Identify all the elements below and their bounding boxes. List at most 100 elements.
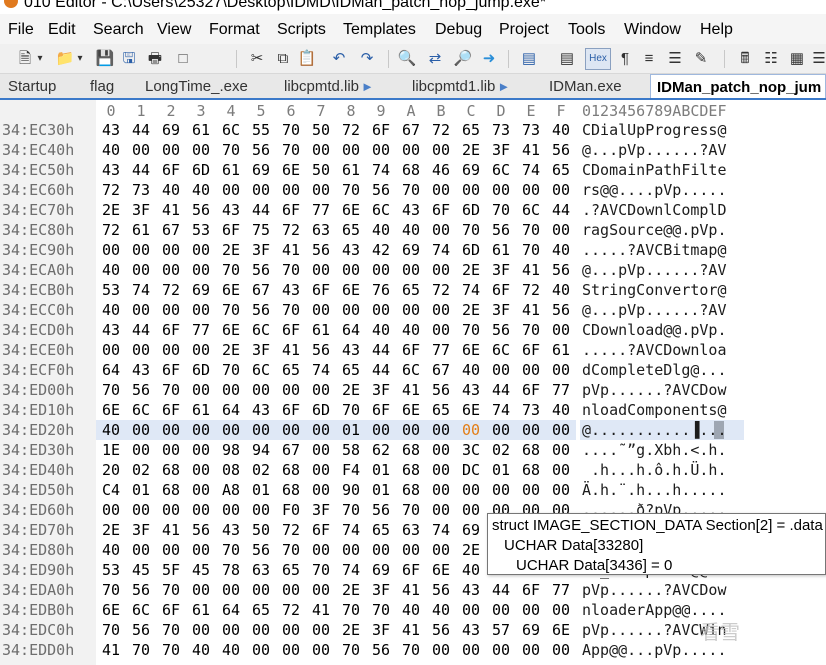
hex-byte[interactable]: 6F (366, 401, 396, 419)
hex-byte[interactable]: 00 (126, 341, 156, 359)
hex-byte[interactable]: 6F (516, 581, 546, 599)
hex-byte[interactable]: 74 (486, 401, 516, 419)
wrap-icon[interactable]: ▤ (556, 48, 578, 70)
hex-byte[interactable]: 00 (546, 461, 576, 479)
hex-byte[interactable]: 40 (96, 421, 126, 439)
hex-byte[interactable]: 40 (456, 361, 486, 379)
hex-byte[interactable]: 6E (216, 321, 246, 339)
hex-byte[interactable]: 43 (216, 201, 246, 219)
calculator-icon[interactable]: 🖩 (734, 48, 756, 70)
ascii-text[interactable]: @...pVp......?AV (582, 141, 727, 159)
hex-byte[interactable]: 72 (156, 281, 186, 299)
hex-byte[interactable]: 72 (516, 281, 546, 299)
hex-byte[interactable]: 65 (336, 221, 366, 239)
hex-byte[interactable]: 76 (366, 281, 396, 299)
hex-byte[interactable]: 69 (396, 241, 426, 259)
hex-byte[interactable]: 6C (246, 321, 276, 339)
hex-byte[interactable]: 45 (186, 561, 216, 579)
hex-byte[interactable]: 70 (396, 181, 426, 199)
hex-byte[interactable]: 56 (426, 621, 456, 639)
hex-byte[interactable]: 77 (426, 341, 456, 359)
hex-byte[interactable]: 6F (156, 361, 186, 379)
hex-byte[interactable]: 53 (96, 561, 126, 579)
hex-byte[interactable]: 40 (546, 401, 576, 419)
hex-byte[interactable]: 56 (126, 621, 156, 639)
hex-byte[interactable]: 44 (126, 161, 156, 179)
hex-byte[interactable]: 43 (336, 341, 366, 359)
hex-byte[interactable]: 00 (306, 261, 336, 279)
hex-byte[interactable]: 65 (366, 521, 396, 539)
new-file-icon[interactable]: 🗎 (14, 48, 36, 70)
hex-byte[interactable]: 65 (396, 281, 426, 299)
hex-byte[interactable]: 3F (126, 521, 156, 539)
hex-byte[interactable]: 6D (306, 401, 336, 419)
hex-byte[interactable]: 41 (276, 341, 306, 359)
hex-byte[interactable]: 61 (186, 601, 216, 619)
hex-byte[interactable]: 3F (486, 141, 516, 159)
hex-byte[interactable]: 00 (186, 301, 216, 319)
hex-byte[interactable]: 94 (246, 441, 276, 459)
cut-icon[interactable]: ✂ (246, 48, 268, 70)
hex-byte[interactable]: 72 (426, 281, 456, 299)
hex-byte[interactable]: 00 (456, 601, 486, 619)
hex-byte[interactable]: 01 (486, 461, 516, 479)
hex-byte[interactable]: 00 (306, 421, 336, 439)
hex-byte[interactable]: 61 (216, 161, 246, 179)
hex-byte[interactable]: 00 (126, 501, 156, 519)
hex-byte[interactable]: 56 (246, 541, 276, 559)
hex-byte[interactable]: 44 (366, 361, 396, 379)
hex-byte[interactable]: 70 (156, 641, 186, 659)
tab-libcpmtd1[interactable]: libcpmtd1.lib ► (412, 74, 510, 98)
hex-byte[interactable]: 00 (246, 421, 276, 439)
redo-icon[interactable]: ↷ (356, 48, 378, 70)
hex-byte[interactable]: 55 (246, 121, 276, 139)
tab-close-icon[interactable]: ► (361, 79, 374, 94)
hex-byte[interactable]: 00 (186, 581, 216, 599)
hex-byte[interactable]: 70 (336, 601, 366, 619)
hex-byte[interactable]: 00 (186, 541, 216, 559)
hex-byte[interactable]: 72 (96, 221, 126, 239)
hex-byte[interactable]: 74 (126, 281, 156, 299)
hex-byte[interactable]: 67 (156, 221, 186, 239)
hex-byte[interactable]: 70 (456, 321, 486, 339)
hex-byte[interactable]: 6C (396, 361, 426, 379)
hex-byte[interactable]: 40 (96, 301, 126, 319)
hex-byte[interactable]: 00 (186, 141, 216, 159)
hex-byte[interactable]: 68 (276, 481, 306, 499)
hex-byte[interactable]: 41 (516, 141, 546, 159)
dropdown-icon[interactable]: ▾ (34, 48, 46, 70)
hex-byte[interactable]: 70 (336, 501, 366, 519)
hex-byte[interactable]: 6E (216, 281, 246, 299)
hex-byte[interactable]: 74 (426, 521, 456, 539)
hex-editor[interactable]: 0123456789ABCDEF 0123456789ABCDEF 34:EC3… (0, 100, 826, 665)
hex-byte[interactable]: 00 (96, 241, 126, 259)
menu-help[interactable]: Help (700, 21, 733, 39)
hex-byte[interactable]: 6F (366, 121, 396, 139)
hex-byte[interactable]: 6D (456, 201, 486, 219)
hex-byte[interactable]: 00 (156, 441, 186, 459)
hex-byte[interactable]: 00 (216, 421, 246, 439)
hex-byte[interactable]: 00 (546, 221, 576, 239)
hex-byte[interactable]: 00 (276, 381, 306, 399)
hex-byte[interactable]: 00 (426, 501, 456, 519)
hex-byte[interactable]: 41 (516, 261, 546, 279)
hex-byte[interactable]: 00 (366, 421, 396, 439)
hex-byte[interactable]: 00 (426, 641, 456, 659)
undo-icon[interactable]: ↶ (328, 48, 350, 70)
hex-byte[interactable]: 00 (306, 481, 336, 499)
hex-byte[interactable]: 3F (246, 341, 276, 359)
hex-byte[interactable]: 72 (336, 121, 366, 139)
hex-byte[interactable]: 40 (546, 121, 576, 139)
hex-byte[interactable]: 6E (456, 341, 486, 359)
word-wrap-icon[interactable]: ≡ (638, 48, 660, 70)
hex-byte[interactable]: 00 (156, 541, 186, 559)
tab-flag[interactable]: flag (90, 74, 114, 98)
hex-byte[interactable]: 1E (96, 441, 126, 459)
hex-byte[interactable]: 43 (336, 241, 366, 259)
hex-byte[interactable]: 6F (216, 221, 246, 239)
open-folder-icon[interactable]: 📁 (54, 48, 76, 70)
hex-byte[interactable]: 73 (486, 121, 516, 139)
hex-byte[interactable]: 69 (456, 521, 486, 539)
hex-byte[interactable]: 2E (216, 341, 246, 359)
ascii-text[interactable]: @...........▐... (582, 421, 727, 439)
